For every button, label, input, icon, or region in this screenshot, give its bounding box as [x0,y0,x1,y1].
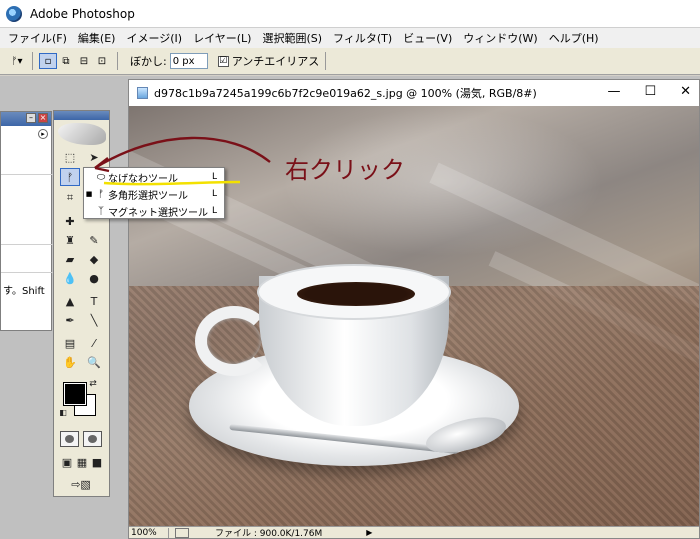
menu-help[interactable]: ヘルプ(H) [549,30,599,46]
menu-layer[interactable]: レイヤー(L) [193,30,251,46]
feather-logo-icon[interactable] [58,123,106,145]
lasso-icon: ⬭ [96,171,106,183]
polygonal-lasso-icon: ᚠ [98,188,104,200]
swap-colors-icon[interactable]: ⇄ [88,379,98,389]
flyout-item-polygonal-lasso[interactable]: ■ ᚠ 多角形選択ツール L [84,186,224,202]
antialias-checkbox[interactable]: ☑ [217,55,229,67]
zoom-tool-icon[interactable]: 🔍 [84,353,104,371]
eyedropper-icon[interactable]: ⁄ [84,334,104,352]
left-palette: – × ▸ す。Shift [0,111,53,331]
palette-divider [1,174,53,175]
foreground-color-swatch[interactable] [63,382,87,406]
document-title: d978c1b9a7245a199c6b7f2c9e019a62_s.jpg @… [154,87,537,100]
dodge-tool-icon[interactable]: ● [84,269,104,287]
palette-menu-arrow-icon[interactable]: ▸ [38,129,48,139]
blur-tool-icon[interactable]: 💧 [60,269,80,287]
hand-tool-icon[interactable]: ✋ [60,353,80,371]
line-tool-icon[interactable]: ╲ [84,311,104,329]
flyout-item-label: マグネット選択ツール [108,207,208,219]
palette-window-controls: – × [26,113,48,123]
flyout-item-label: なげなわツール [108,173,178,185]
menubar: ファイル(F) 編集(E) イメージ(I) レイヤー(L) 選択範囲(S) フィ… [0,28,700,48]
flyout-item-shortcut: L [212,172,218,182]
close-icon[interactable]: ✕ [680,84,691,99]
menu-select[interactable]: 選択範囲(S) [262,30,322,46]
menu-view[interactable]: ビュー(V) [403,30,452,46]
magnetic-lasso-icon: ᛉ [98,205,104,217]
app-title: Adobe Photoshop [30,6,135,21]
subtract-selection-icon[interactable]: ⊟ [75,53,93,69]
menu-window[interactable]: ウィンドウ(W) [463,30,537,46]
flyout-item-magnetic-lasso[interactable]: ᛉ マグネット選択ツール L [84,203,224,219]
feather-label: ぼかし: [130,55,167,68]
healing-brush-icon[interactable]: ✚ [60,212,80,230]
history-brush-icon[interactable]: ✎ [84,231,104,249]
toolbox-header [54,111,109,120]
menu-file[interactable]: ファイル(F) [8,30,67,46]
pen-tool-icon[interactable]: ✒ [60,311,80,329]
move-tool-icon[interactable]: ➤ [84,148,104,166]
palette-divider [1,272,53,273]
menu-filter[interactable]: フィルタ(T) [333,30,392,46]
flyout-item-label: 多角形選択ツール [108,190,188,202]
paint-bucket-icon[interactable]: ◆ [84,250,104,268]
notes-tool-icon[interactable]: ▤ [60,334,80,352]
menu-edit[interactable]: 編集(E) [78,30,116,46]
default-colors-icon[interactable]: ◧ [58,407,68,417]
options-divider [325,52,327,70]
tool-preset-lasso-icon[interactable]: ᚠ▾ [8,53,26,69]
document-icon [137,87,148,99]
standard-mode-button[interactable] [60,431,79,447]
clone-stamp-icon[interactable]: ♜ [60,231,80,249]
status-bar: 100% ファイル : 900.0K/1.76M ▶ [129,526,699,539]
add-selection-icon[interactable]: ⧉ [57,53,75,69]
document-window-controls: — ☐ ✕ [607,84,691,99]
palette-hint-text: す。Shift [3,286,45,297]
screen-mode-full-menu-icon[interactable]: ▦ [75,453,89,471]
palette-close-icon[interactable]: × [38,113,48,123]
document-window: d978c1b9a7245a199c6b7f2c9e019a62_s.jpg @… [128,79,700,539]
status-nav-icon[interactable] [175,527,189,538]
photoshop-logo-icon [6,5,22,22]
flyout-item-lasso[interactable]: ⬭ なげなわツール L [84,169,224,185]
file-info: ファイル : 900.0K/1.76M [215,529,323,539]
screen-mode-full-icon[interactable]: ■ [90,453,104,471]
options-bar: ᚠ▾ ▫ ⧉ ⊟ ⊡ ぼかし: ☑ アンチエイリアス [0,48,700,75]
antialias-label: アンチエイリアス [231,55,320,68]
palette-divider [1,244,53,245]
jump-to-imageready-icon[interactable]: ⇨▧ [62,475,100,493]
selected-bullet-icon: ■ [85,190,93,198]
options-divider [117,52,118,70]
zoom-level[interactable]: 100% [129,527,169,538]
lasso-tool-icon[interactable]: ᚠ [60,168,80,186]
feather-input[interactable] [169,53,208,69]
minimize-icon[interactable]: — [607,84,620,99]
palette-minimize-icon[interactable]: – [26,113,36,123]
new-selection-icon[interactable]: ▫ [39,53,57,69]
path-selection-icon[interactable]: ▲ [60,292,80,310]
lasso-flyout-menu: ⬭ なげなわツール L ■ ᚠ 多角形選択ツール L ᛉ マグネット選択ツール … [83,167,225,219]
marquee-tool-icon[interactable]: ⬚ [60,148,80,166]
annotation-callout-text: 右クリック [285,156,405,184]
intersect-selection-icon[interactable]: ⊡ [93,53,111,69]
type-tool-icon[interactable]: T [84,292,104,310]
maximize-icon[interactable]: ☐ [644,84,656,99]
flyout-item-shortcut: L [212,206,218,216]
app-titlebar: Adobe Photoshop [0,0,700,28]
menu-image[interactable]: イメージ(I) [126,30,182,46]
crop-tool-icon[interactable]: ⌗ [60,189,80,207]
flyout-item-shortcut: L [212,189,218,199]
quickmask-mode-button[interactable] [83,431,102,447]
eraser-tool-icon[interactable]: ▰ [60,250,80,268]
options-divider [32,52,33,70]
coffee-surface [297,282,415,306]
screen-mode-standard-icon[interactable]: ▣ [60,453,74,471]
status-menu-arrow-icon[interactable]: ▶ [366,528,372,537]
